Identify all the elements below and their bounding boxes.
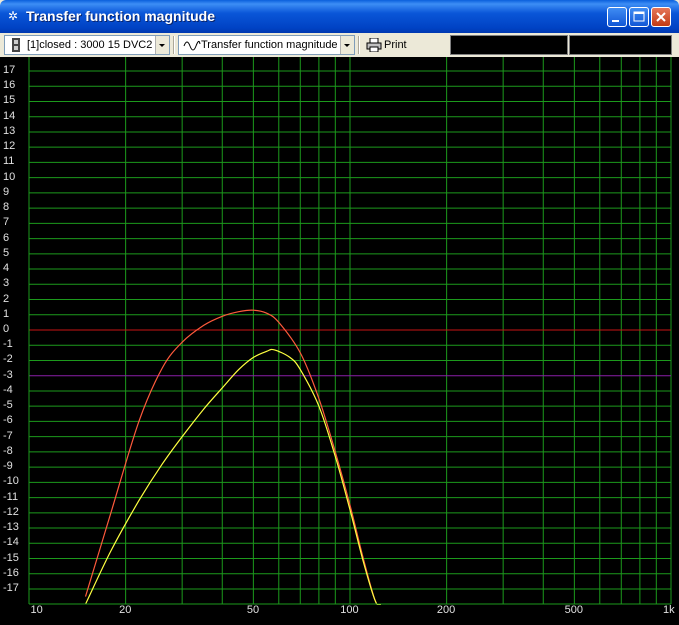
- y-tick-label: -4: [3, 383, 13, 396]
- y-tick-label: 2: [3, 292, 10, 305]
- y-tick-label: -13: [3, 521, 19, 534]
- speaker-icon: [9, 37, 23, 59]
- y-tick-label: -16: [3, 566, 19, 579]
- chevron-down-icon[interactable]: [340, 36, 354, 54]
- print-button[interactable]: Print: [362, 35, 412, 55]
- close-button[interactable]: [651, 7, 671, 27]
- waveform-icon: [183, 37, 201, 59]
- minimize-button[interactable]: [607, 7, 627, 27]
- window-title: Transfer function magnitude: [26, 8, 216, 24]
- system-select-value: [1]closed : 3000 15 DVC2: [27, 39, 153, 51]
- y-tick-label: 17: [3, 64, 16, 76]
- y-tick-label: -7: [3, 429, 13, 442]
- x-tick-label: 1k: [663, 604, 675, 616]
- y-tick-label: -12: [3, 505, 19, 518]
- printer-icon: [366, 37, 382, 59]
- y-tick-label: 0: [3, 323, 10, 335]
- y-tick-label: 10: [3, 170, 16, 183]
- y-tick-label: 12: [3, 140, 16, 153]
- y-tick-label: -1: [3, 338, 13, 351]
- close-icon: [656, 12, 666, 22]
- toolbar: [1]closed : 3000 15 DVC2 Transfer functi…: [0, 33, 679, 57]
- chevron-down-icon[interactable]: [155, 36, 169, 54]
- x-tick-label: 20: [119, 604, 132, 616]
- y-tick-label: -6: [3, 414, 13, 427]
- system-select[interactable]: [1]closed : 3000 15 DVC2: [4, 35, 170, 55]
- x-tick-label: 100: [340, 604, 359, 616]
- application-window: ✲ Transfer function magnitude [1]closed …: [0, 0, 679, 625]
- y-tick-label: 3: [3, 277, 10, 290]
- title-bar[interactable]: ✲ Transfer function magnitude: [0, 0, 679, 33]
- y-tick-label: -3: [3, 368, 13, 381]
- y-tick-label: -2: [3, 353, 13, 366]
- y-tick-label: 6: [3, 231, 10, 244]
- series-line-red: [84, 309, 382, 606]
- y-tick-label: -8: [3, 444, 13, 457]
- plot-area[interactable]: 17 16 15 14 13 12 11 10 9 8 7 6 5 4 3 2 1 0 -1 -2 -3 -4 -5 -6 -7…: [0, 57, 679, 625]
- toolbar-separator: [358, 36, 360, 54]
- x-tick-label: 50: [246, 604, 260, 616]
- maximize-button[interactable]: [629, 7, 649, 27]
- y-tick-label: -9: [3, 460, 13, 473]
- series-line-yellow: [84, 348, 382, 606]
- y-tick-label: -5: [3, 399, 13, 412]
- y-tick-label: 11: [3, 155, 15, 168]
- y-tick-label: 8: [3, 201, 10, 214]
- y-tick-label: 7: [3, 216, 10, 229]
- minimize-icon: [612, 20, 619, 22]
- y-tick-label: 4: [3, 262, 10, 275]
- y-tick-label: -14: [3, 536, 19, 549]
- x-tick-label: 10: [30, 604, 43, 616]
- y-tick-label: 1: [3, 307, 10, 320]
- readout-box-2: [569, 35, 672, 55]
- y-tick-label: -10: [3, 475, 19, 488]
- y-tick-label: -15: [3, 551, 19, 564]
- y-tick-label: 13: [3, 124, 16, 137]
- function-select-value: Transfer function magnitude: [201, 39, 338, 51]
- function-select[interactable]: Transfer function magnitude: [178, 35, 355, 55]
- maximize-icon: [633, 11, 645, 22]
- readout-box-1: [450, 35, 568, 55]
- y-tick-label: -17: [3, 582, 19, 594]
- y-tick-label: 5: [3, 246, 10, 259]
- x-tick-label: 500: [564, 604, 583, 616]
- toolbar-separator: [173, 36, 175, 54]
- y-tick-label: 14: [3, 109, 16, 122]
- x-tick-label: 200: [436, 604, 456, 616]
- y-tick-label: 16: [3, 79, 16, 92]
- transfer-function-chart[interactable]: [0, 57, 679, 625]
- y-tick-label: 9: [3, 185, 10, 198]
- print-label: Print: [384, 39, 407, 51]
- app-icon[interactable]: ✲: [6, 9, 20, 23]
- y-tick-label: 15: [3, 94, 16, 107]
- y-tick-label: -11: [3, 490, 19, 503]
